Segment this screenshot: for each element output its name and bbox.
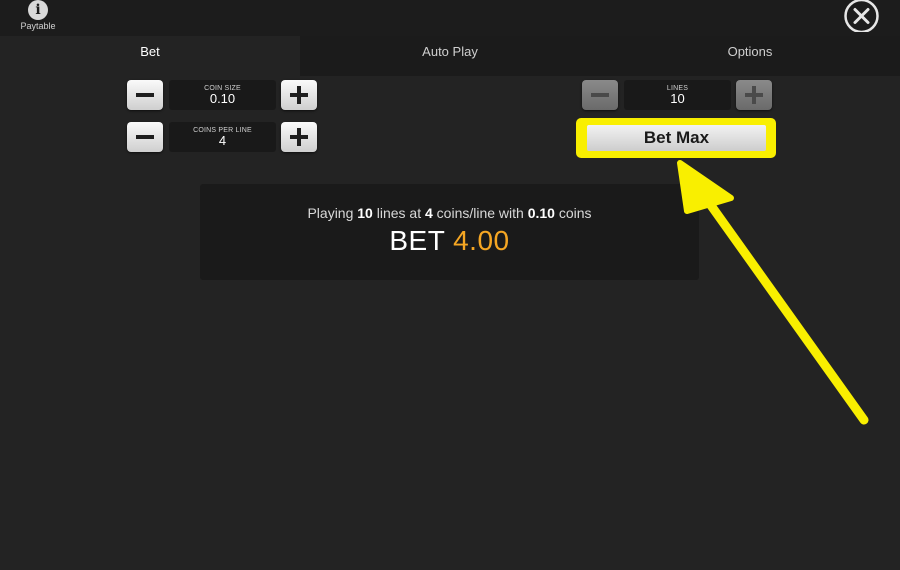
paytable-button[interactable]: i Paytable xyxy=(10,0,66,34)
coin-size-display: COIN SIZE 0.10 xyxy=(169,80,276,110)
paytable-label: Paytable xyxy=(20,21,56,31)
lines-value: 10 xyxy=(670,91,685,106)
coins-per-line-value: 4 xyxy=(218,133,227,148)
coin-size-value: 0.10 xyxy=(209,91,236,106)
summary-coins: 4 xyxy=(424,205,433,221)
plus-icon-vertical xyxy=(297,86,301,104)
minus-icon xyxy=(591,93,609,97)
tab-options[interactable]: Options xyxy=(600,36,900,76)
tab-bar: Bet Auto Play Options xyxy=(0,36,900,76)
summary-lines: 10 xyxy=(357,205,373,221)
arrow-shaft xyxy=(695,185,869,425)
summary-suffix: coins xyxy=(558,205,592,221)
top-bar xyxy=(0,0,900,36)
minus-icon xyxy=(136,93,154,97)
tab-auto-play[interactable]: Auto Play xyxy=(300,36,600,76)
coins-per-line-increase-button[interactable] xyxy=(281,122,317,152)
bet-max-button[interactable]: Bet Max xyxy=(587,125,766,151)
close-button[interactable] xyxy=(843,0,880,34)
coin-size-decrease-button[interactable] xyxy=(127,80,163,110)
bet-summary-panel: Playing 10 lines at 4 coins/line with 0.… xyxy=(200,184,699,280)
minus-icon xyxy=(136,135,154,139)
summary-coin-size: 0.10 xyxy=(527,205,555,221)
coin-size-increase-button[interactable] xyxy=(281,80,317,110)
lines-display: LINES 10 xyxy=(624,80,731,110)
tab-bet[interactable]: Bet xyxy=(0,36,300,76)
close-icon xyxy=(844,0,879,34)
coins-per-line-display: COINS PER LINE 4 xyxy=(169,122,276,152)
summary-mid1: lines at xyxy=(376,205,422,221)
plus-icon-vertical xyxy=(752,86,756,104)
info-icon: i xyxy=(28,0,48,20)
plus-icon-vertical xyxy=(297,128,301,146)
coins-per-line-decrease-button[interactable] xyxy=(127,122,163,152)
bet-summary-text: Playing 10 lines at 4 coins/line with 0.… xyxy=(200,205,699,221)
summary-mid2: coins/line with xyxy=(436,205,524,221)
lines-decrease-button[interactable] xyxy=(582,80,618,110)
lines-increase-button[interactable] xyxy=(736,80,772,110)
bet-total-label: BET xyxy=(389,225,445,256)
bet-total: BET 4.00 xyxy=(200,225,699,257)
bet-total-amount: 4.00 xyxy=(453,225,510,256)
summary-prefix: Playing xyxy=(307,205,354,221)
